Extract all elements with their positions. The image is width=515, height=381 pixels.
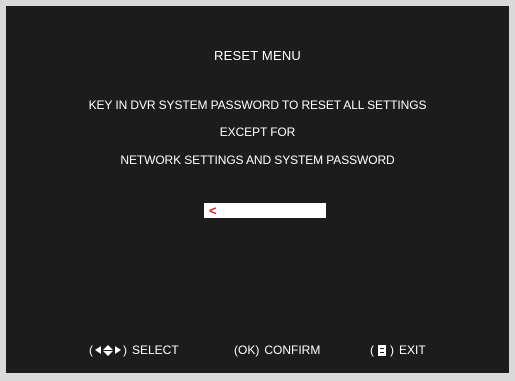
message-line-3: NETWORK SETTINGS AND SYSTEM PASSWORD (120, 153, 395, 167)
up-arrow-icon (103, 344, 113, 350)
message-line-2: EXCEPT FOR (219, 125, 296, 139)
message-line-1: KEY IN DVR SYSTEM PASSWORD TO RESET ALL … (88, 98, 427, 112)
menu-key-icon (378, 344, 386, 356)
password-input[interactable]: < (204, 203, 326, 218)
confirm-label: CONFIRM (264, 343, 321, 357)
key-hint-bar: ( ) SELECT (OK) CONFIRM ( ) EXIT (6, 343, 509, 359)
menu-title: RESET MENU (214, 48, 301, 63)
input-cursor: < (209, 203, 217, 218)
paren-open: ( (89, 343, 93, 357)
exit-label: EXIT (399, 343, 426, 357)
four-direction-arrows-icon (95, 344, 121, 356)
right-arrow-icon (115, 346, 121, 354)
ok-key-label: (OK) (234, 343, 260, 357)
hint-select: ( ) SELECT (89, 343, 179, 357)
down-arrow-icon (103, 350, 113, 356)
paren-close: ) (390, 343, 394, 357)
hint-confirm: (OK) CONFIRM (234, 343, 320, 357)
paren-close: ) (123, 343, 127, 357)
select-label: SELECT (132, 343, 179, 357)
paren-open: ( (370, 343, 374, 357)
hint-exit: ( ) EXIT (370, 343, 426, 357)
dvr-screen: RESET MENU KEY IN DVR SYSTEM PASSWORD TO… (6, 6, 509, 373)
left-arrow-icon (95, 346, 101, 354)
